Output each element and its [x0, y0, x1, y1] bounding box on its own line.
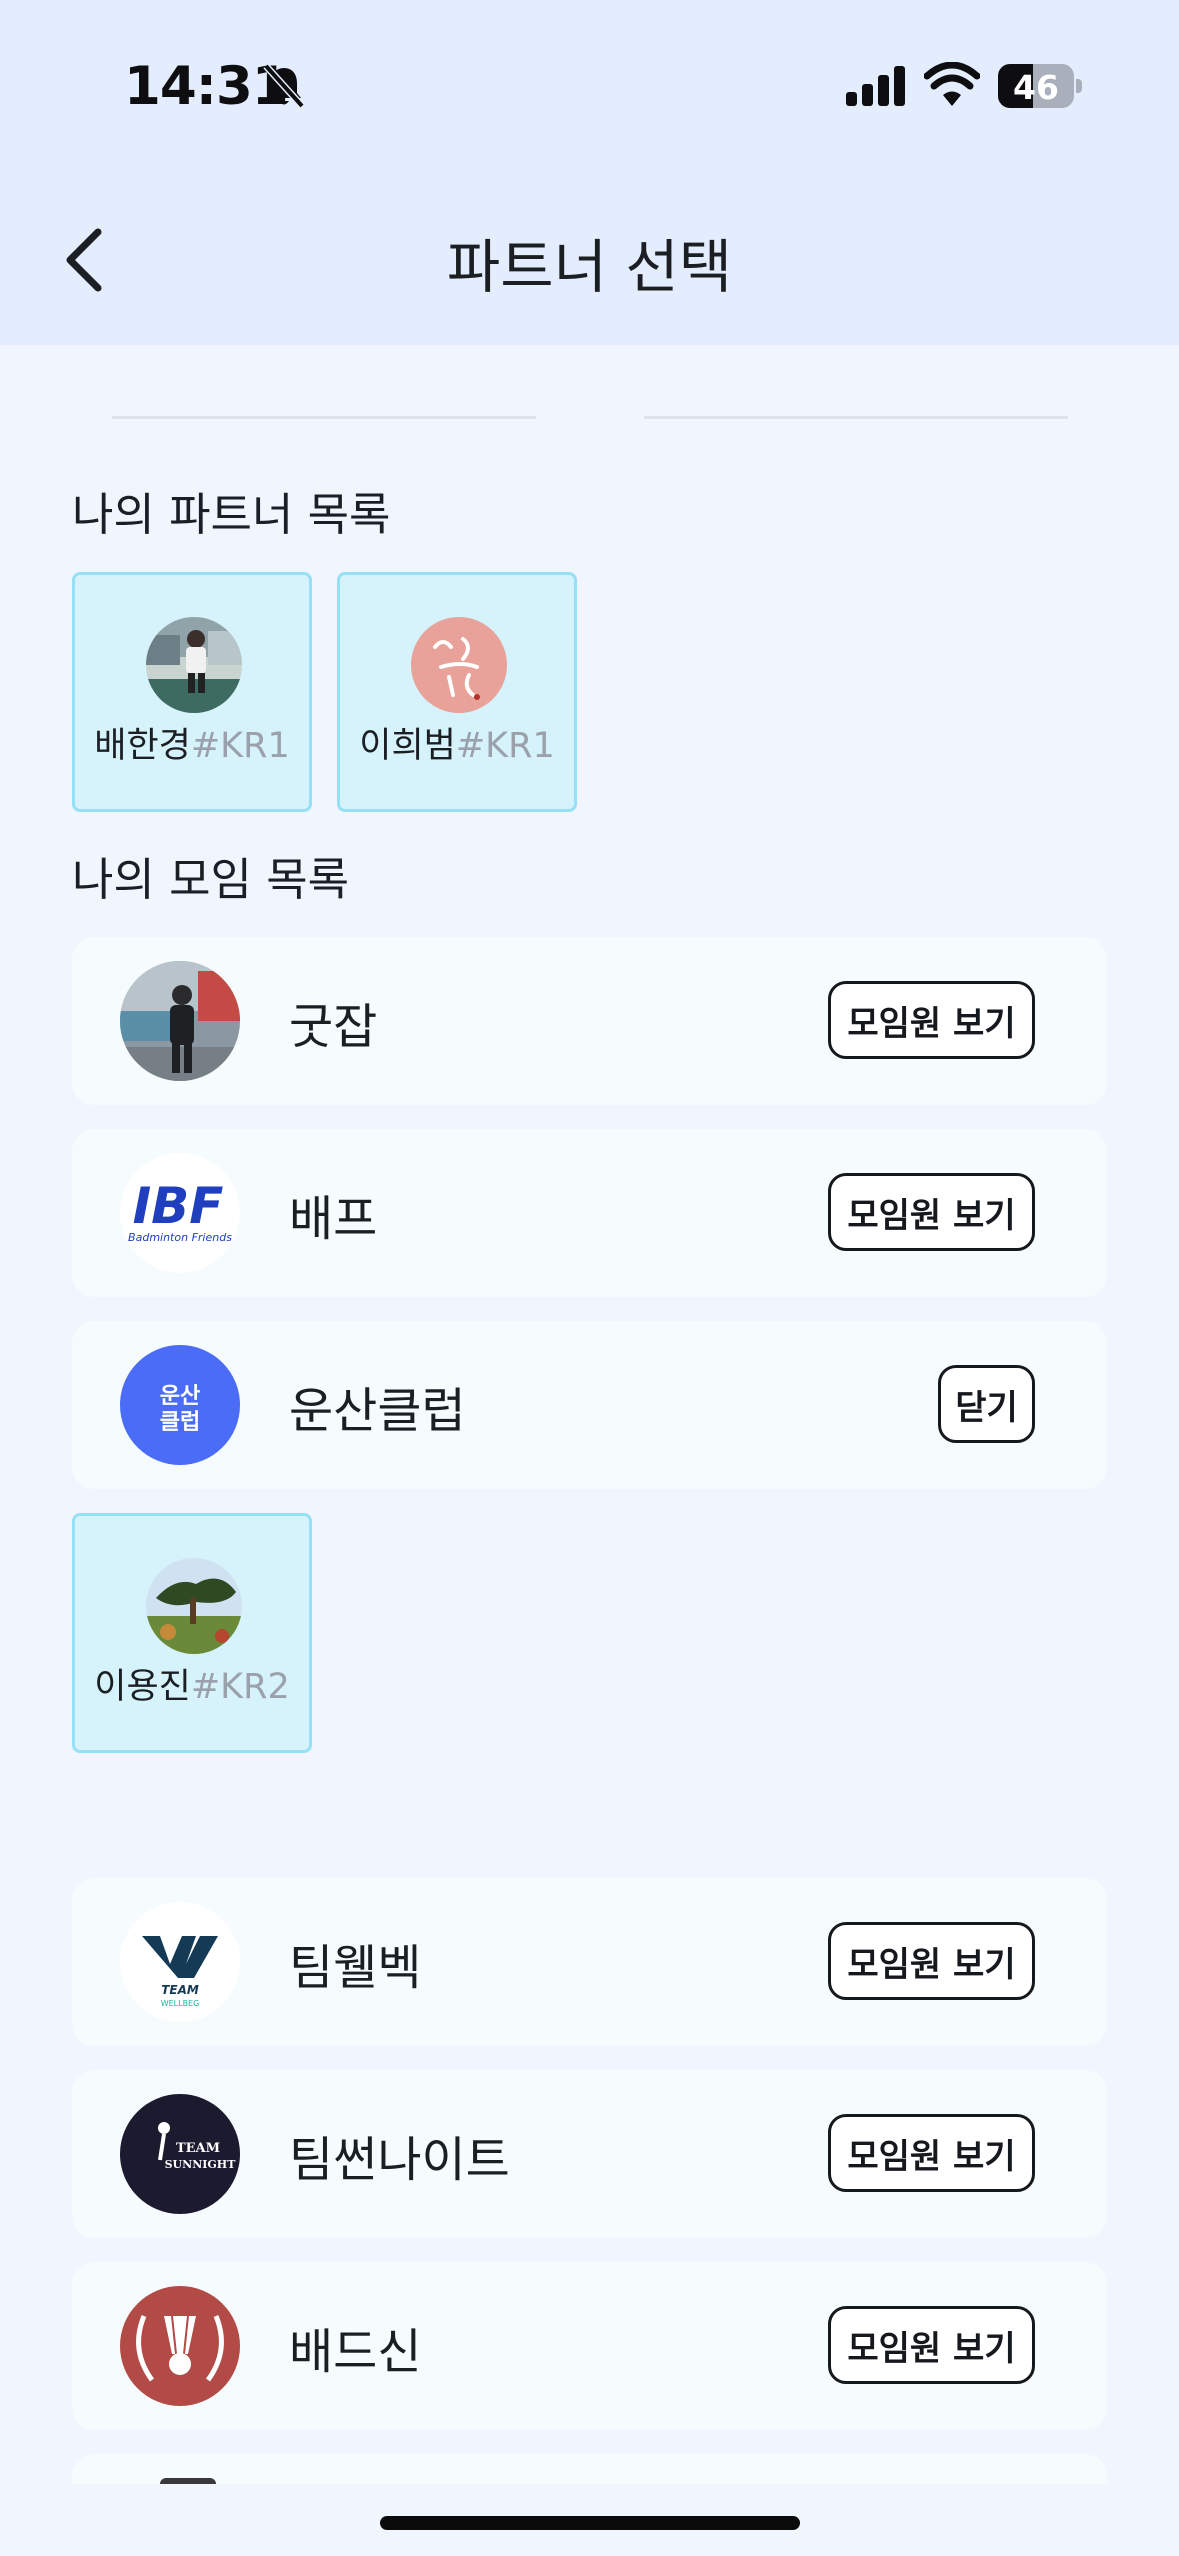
- svg-text:IBF: IBF: [133, 1177, 224, 1235]
- group-name: 운산클럽: [289, 1383, 466, 1439]
- partner-card[interactable]: 이희범#KR1: [337, 572, 577, 812]
- group-name: 굿잡: [289, 999, 378, 1055]
- shuttlecock-laurel-logo-icon: [120, 2286, 240, 2406]
- svg-text:WELLBEG: WELLBEG: [161, 1999, 200, 2008]
- view-members-button[interactable]: 모임원 보기: [828, 1173, 1035, 1251]
- close-button[interactable]: 닫기: [938, 1365, 1035, 1443]
- group-avatar: [160, 2478, 216, 2484]
- member-card[interactable]: 이용진#KR2: [72, 1513, 312, 1753]
- groups-heading: 나의 모임 목록: [72, 853, 350, 906]
- group-row: TEAM WELLBEG 팀웰벡 모임원 보기: [72, 1878, 1107, 2046]
- partner-name: 배한경#KR1: [94, 726, 290, 766]
- partners-heading: 나의 파트너 목록: [72, 488, 391, 541]
- svg-text:TEAM: TEAM: [176, 2141, 220, 2156]
- bf-logo-icon: IBF Badminton Friends: [120, 1153, 240, 1273]
- view-members-button[interactable]: 모임원 보기: [828, 2306, 1035, 2384]
- cellular-signal-icon: [846, 66, 905, 106]
- partner-select-screen: 14:31 46 파트너 선택 나의 파트너 목록 배한경#KR1 이희범#KR…: [0, 0, 1179, 2556]
- avatar: [146, 617, 242, 713]
- group-name: 배드신: [289, 2324, 422, 2380]
- svg-text:SUNNIGHT: SUNNIGHT: [165, 2158, 237, 2171]
- tab-divider: [112, 416, 536, 419]
- home-indicator[interactable]: [380, 2516, 800, 2530]
- wifi-icon: [924, 62, 980, 106]
- club-initials-icon: 운산 클럽: [120, 1345, 240, 1465]
- avatar: [411, 617, 507, 713]
- svg-text:TEAM: TEAM: [161, 1983, 199, 1997]
- partner-card[interactable]: 배한경#KR1: [72, 572, 312, 812]
- group-row: TEAM SUNNIGHT 팀썬나이트 모임원 보기: [72, 2070, 1107, 2238]
- battery-level: 46: [1013, 68, 1059, 107]
- svg-text:클럽: 클럽: [160, 1410, 200, 1435]
- group-row: 배드신 모임원 보기: [72, 2262, 1107, 2430]
- avatar: [146, 1558, 242, 1654]
- group-row: [72, 2454, 1107, 2484]
- team-sunnight-logo-icon: TEAM SUNNIGHT: [120, 2094, 240, 2214]
- partner-name: 이희범#KR1: [359, 726, 555, 766]
- group-name: 팀썬나이트: [289, 2132, 510, 2188]
- group-row: 굿잡 모임원 보기: [72, 937, 1107, 1105]
- tab-divider: [644, 416, 1068, 419]
- group-avatar: [120, 961, 240, 1081]
- view-members-button[interactable]: 모임원 보기: [828, 1922, 1035, 2000]
- battery-icon: 46: [998, 64, 1082, 108]
- group-name: 배프: [289, 1191, 378, 1247]
- header: 14:31 46 파트너 선택: [0, 0, 1179, 345]
- view-members-button[interactable]: 모임원 보기: [828, 981, 1035, 1059]
- group-row: 운산 클럽 운산클럽 닫기: [72, 1321, 1107, 1489]
- bell-muted-icon: [263, 63, 305, 109]
- group-name: 팀웰벡: [289, 1940, 422, 1996]
- svg-text:Badminton Friends: Badminton Friends: [128, 1231, 232, 1244]
- page-title: 파트너 선택: [446, 233, 733, 301]
- member-name: 이용진#KR2: [94, 1667, 290, 1707]
- group-row: IBF Badminton Friends 배프 모임원 보기: [72, 1129, 1107, 1297]
- team-wellbeg-logo-icon: TEAM WELLBEG: [120, 1902, 240, 2022]
- svg-text:운산: 운산: [160, 1384, 200, 1409]
- view-members-button[interactable]: 모임원 보기: [828, 2114, 1035, 2192]
